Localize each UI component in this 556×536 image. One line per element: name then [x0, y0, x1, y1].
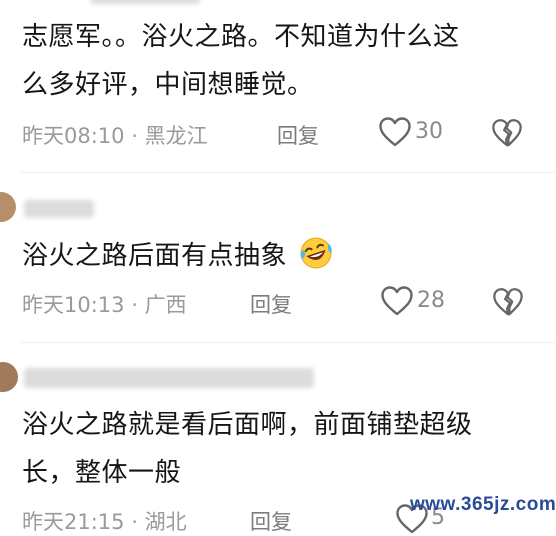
- dislike-button[interactable]: [491, 117, 523, 149]
- meta-separator: ·: [131, 510, 138, 534]
- avatar[interactable]: [0, 192, 16, 222]
- broken-heart-icon: [492, 119, 522, 147]
- comment-text-line: 长，整体一般: [22, 458, 182, 488]
- watermark: www.365jz.com: [410, 494, 556, 515]
- comment-text: 浴火之路就是看后面啊，前面铺垫超级 长，整体一般: [22, 401, 542, 497]
- meta-separator: ·: [131, 293, 138, 317]
- comment-text-line: 么多好评，中间想睡觉。: [22, 70, 314, 100]
- comment-text: 浴火之路后面有点抽象: [22, 232, 542, 280]
- username-blurred-top: [90, 0, 200, 4]
- comment-meta: 昨天21:15 · 湖北: [22, 506, 187, 536]
- like-button[interactable]: [378, 116, 412, 148]
- avatar[interactable]: [0, 362, 18, 392]
- comment-location: 湖北: [144, 510, 187, 534]
- heart-icon: [379, 117, 411, 147]
- comment-location: 广西: [144, 293, 187, 317]
- username-blurred: [24, 200, 94, 218]
- comment-meta: 昨天10:13 · 广西: [22, 289, 187, 319]
- like-count: 30: [415, 119, 443, 144]
- broken-heart-icon: [493, 288, 523, 316]
- comment-time: 昨天10:13: [22, 293, 125, 317]
- comment-divider: [20, 342, 556, 343]
- like-button[interactable]: [380, 285, 414, 317]
- like-count: 28: [417, 288, 445, 313]
- laughing-tears-emoji: [300, 237, 332, 269]
- comment-meta: 昨天08:10 · 黑龙江: [22, 120, 208, 150]
- dislike-button[interactable]: [492, 286, 524, 318]
- reply-button[interactable]: 回复: [250, 506, 292, 536]
- comment-divider: [20, 172, 556, 173]
- heart-icon: [381, 286, 413, 316]
- reply-button[interactable]: 回复: [277, 120, 319, 150]
- meta-separator: ·: [131, 124, 138, 148]
- comment-text: 志愿军。。浴火之路。不知道为什么这 么多好评，中间想睡觉。: [22, 13, 542, 109]
- comment-text-line: 志愿军。。浴火之路。不知道为什么这: [22, 22, 460, 52]
- comment-text-line: 浴火之路后面有点抽象: [22, 241, 288, 271]
- comment-time: 昨天08:10: [22, 124, 125, 148]
- comment-location: 黑龙江: [144, 124, 208, 148]
- reply-button[interactable]: 回复: [250, 289, 292, 319]
- username-blurred: [24, 368, 314, 388]
- comment-text-line: 浴火之路就是看后面啊，前面铺垫超级: [22, 410, 473, 440]
- comment-time: 昨天21:15: [22, 510, 125, 534]
